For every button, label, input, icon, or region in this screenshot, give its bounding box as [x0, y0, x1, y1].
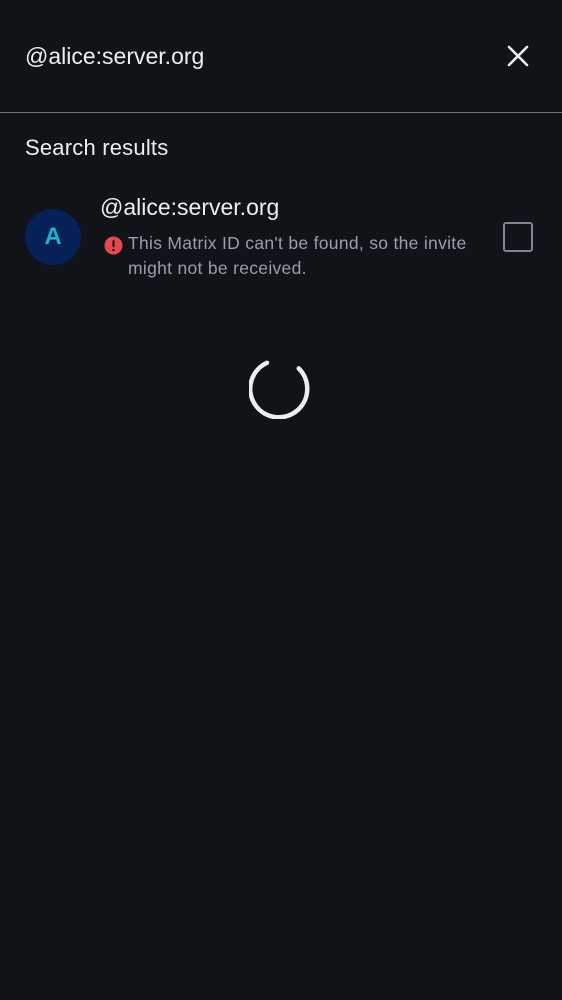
loading-spinner-icon — [249, 360, 310, 419]
select-checkbox[interactable] — [503, 222, 533, 252]
section-title: Search results — [25, 135, 169, 160]
result-user-id: @alice:server.org — [100, 194, 280, 220]
search-bar — [0, 0, 562, 113]
close-icon — [507, 45, 529, 67]
avatar-initial: A — [44, 223, 62, 250]
search-input[interactable] — [25, 38, 465, 74]
search-result-row[interactable]: A @alice:server.org This Matrix ID can't… — [0, 186, 562, 290]
result-warning-text: This Matrix ID can't be found, so the in… — [128, 233, 467, 278]
avatar: A — [25, 209, 81, 265]
error-icon — [104, 236, 123, 255]
close-button[interactable] — [498, 36, 538, 76]
invite-search-screen: Search results A @alice:server.org This … — [0, 0, 562, 1000]
